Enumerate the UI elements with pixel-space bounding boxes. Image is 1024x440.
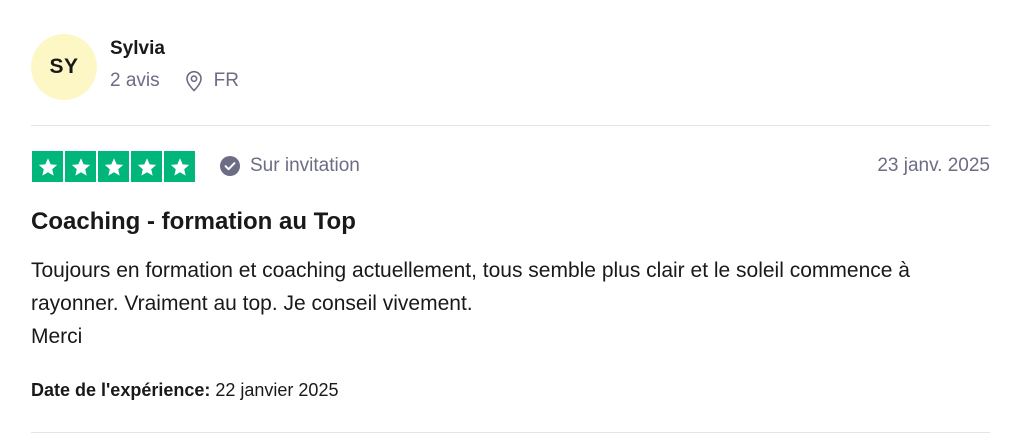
verification-badge[interactable]: Sur invitation: [220, 155, 360, 177]
experience-date: Date de l'expérience: 22 janvier 2025: [31, 380, 338, 401]
reviewer-name[interactable]: Sylvia: [110, 38, 165, 60]
star-icon: [164, 151, 195, 182]
star-icon: [98, 151, 129, 182]
experience-date-value: 22 janvier 2025: [215, 380, 339, 400]
review-card: SY Sylvia 2 avis FR Sur invitation 23 ja…: [0, 0, 1024, 440]
star-icon: [65, 151, 96, 182]
star-icon: [32, 151, 63, 182]
review-body-paragraph: Merci: [31, 325, 83, 348]
review-title[interactable]: Coaching - formation au Top: [31, 208, 356, 236]
location-pin-icon: [184, 70, 204, 92]
review-body: Toujours en formation et coaching actuel…: [31, 254, 991, 353]
review-count: 2 avis: [110, 70, 160, 91]
experience-date-label: Date de l'expérience:: [31, 380, 211, 400]
check-circle-icon: [220, 156, 240, 176]
reviewer-country: FR: [213, 70, 239, 91]
reviewer-meta: 2 avis FR: [110, 70, 239, 92]
avatar-initials: SY: [49, 55, 79, 78]
review-date: 23 janv. 2025: [877, 155, 990, 176]
divider: [31, 432, 990, 433]
star-icon: [131, 151, 162, 182]
avatar[interactable]: SY: [31, 34, 97, 100]
divider: [31, 125, 990, 126]
verification-label: Sur invitation: [250, 155, 360, 176]
star-rating: [32, 151, 195, 182]
review-body-paragraph: Toujours en formation et coaching actuel…: [31, 259, 910, 315]
